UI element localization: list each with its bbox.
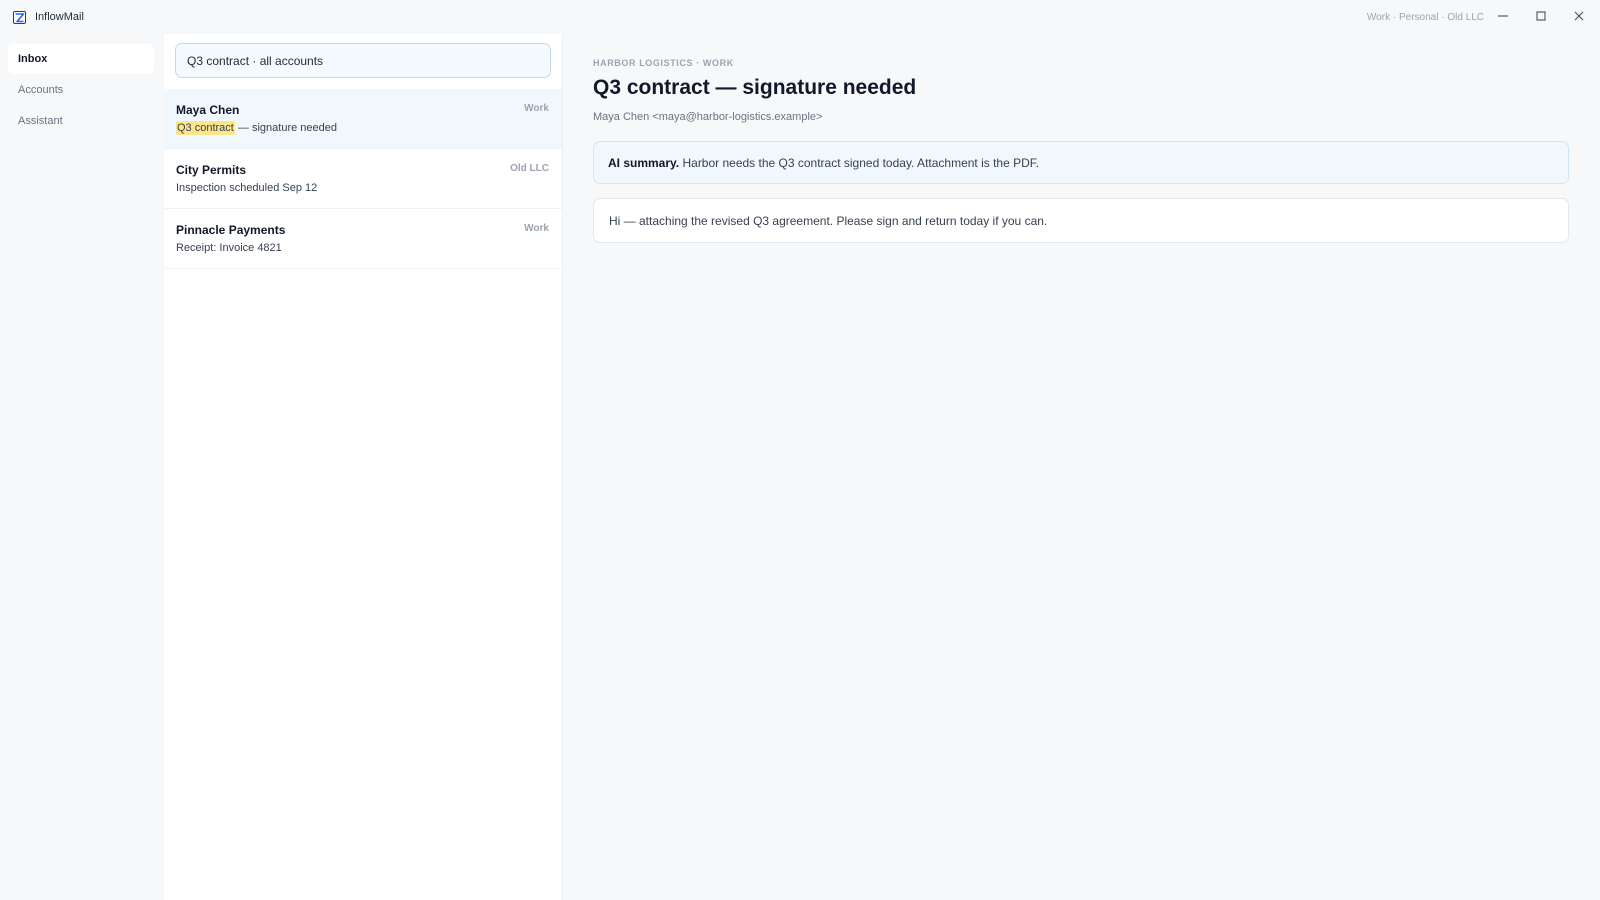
app-title: InflowMail xyxy=(35,11,84,23)
message-subject: Inspection scheduled Sep 12 xyxy=(176,182,318,194)
message-account-badge: Work xyxy=(524,223,549,234)
ai-summary-label: AI summary. xyxy=(608,156,680,170)
message-row[interactable]: City Permits Old LLC Inspection schedule… xyxy=(164,149,562,209)
reading-pane: HARBOR LOGISTICS · WORK Q3 contract — si… xyxy=(563,34,1600,900)
close-button[interactable] xyxy=(1560,0,1598,34)
sidebar-item-assistant[interactable]: Assistant xyxy=(8,106,154,136)
minimize-button[interactable] xyxy=(1484,0,1522,34)
message-sender: City Permits xyxy=(176,163,247,177)
inflowmail-logo-icon xyxy=(13,11,26,24)
maximize-icon xyxy=(1536,8,1546,26)
message-sender: Maya Chen xyxy=(176,103,240,117)
message-from[interactable]: Maya Chen <maya@harbor-logistics.example… xyxy=(593,111,822,123)
message-account-badge: Work xyxy=(524,103,549,114)
title-bar: InflowMail Work · Personal · Old LLC xyxy=(0,0,1600,34)
message-subject: Q3 contract — signature needed xyxy=(176,121,337,135)
message-row[interactable]: Maya Chen Work Q3 contract — signature n… xyxy=(164,89,562,149)
message-list-pane: Q3 contract · all accounts Maya Chen Wor… xyxy=(164,34,563,900)
message-body: Hi — attaching the revised Q3 agreement.… xyxy=(593,198,1569,243)
ai-summary-text: Harbor needs the Q3 contract signed toda… xyxy=(679,156,1040,170)
search-input[interactable]: Q3 contract · all accounts xyxy=(175,43,551,78)
message-account-eyebrow: HARBOR LOGISTICS · WORK xyxy=(593,58,734,68)
message-subject-rest: — signature needed xyxy=(234,122,337,134)
message-subject: Receipt: Invoice 4821 xyxy=(176,242,282,254)
maximize-button[interactable] xyxy=(1522,0,1560,34)
message-title: Q3 contract — signature needed xyxy=(593,76,917,99)
sidebar-item-inbox[interactable]: Inbox xyxy=(8,44,154,74)
search-highlight: Q3 contract xyxy=(176,121,235,135)
sidebar-nav: Inbox Accounts Assistant xyxy=(0,34,164,900)
message-account-badge: Old LLC xyxy=(510,163,549,174)
message-sender: Pinnacle Payments xyxy=(176,223,286,237)
sidebar-item-accounts[interactable]: Accounts xyxy=(8,75,154,105)
accounts-caption: Work · Personal · Old LLC xyxy=(1366,12,1484,23)
message-row[interactable]: Pinnacle Payments Work Receipt: Invoice … xyxy=(164,209,562,269)
close-icon xyxy=(1574,8,1584,26)
minimize-icon xyxy=(1498,8,1508,26)
ai-summary-card: AI summary. Harbor needs the Q3 contract… xyxy=(593,141,1569,184)
